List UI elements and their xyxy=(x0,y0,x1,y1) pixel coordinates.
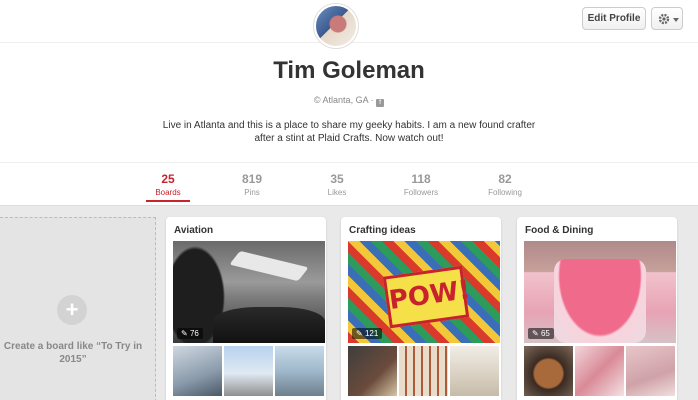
profile-name: Tim Goleman xyxy=(273,57,425,84)
profile-header: Edit Profile Tim Goleman © Atlanta, GA ·… xyxy=(0,0,698,205)
board-thumbnail[interactable] xyxy=(524,346,573,396)
stat-following[interactable]: 82 Following xyxy=(475,172,535,197)
board-card-aviation[interactable]: Aviation ✎ 76 xyxy=(166,217,326,400)
chevron-down-icon xyxy=(673,18,679,22)
board-thumbnail[interactable] xyxy=(399,346,448,396)
board-title: Aviation xyxy=(174,225,214,236)
tree-shape xyxy=(213,307,325,343)
pin-count-badge: ✎ 65 xyxy=(528,328,554,339)
board-card-crafting-ideas[interactable]: Crafting ideas POW! ✎ 121 xyxy=(341,217,501,400)
stat-likes[interactable]: 35 Likes xyxy=(307,172,367,197)
board-thumbnail[interactable] xyxy=(575,346,624,396)
board-cover-image[interactable]: ✎ 76 xyxy=(173,241,325,343)
gear-icon xyxy=(658,13,670,25)
pin-icon: ✎ xyxy=(181,329,188,338)
pow-art: POW! xyxy=(382,265,472,329)
board-title: Crafting ideas xyxy=(349,225,416,236)
board-thumbnail[interactable] xyxy=(275,346,324,396)
profile-location: © Atlanta, GA · f xyxy=(0,95,698,107)
profile-bio: Live in Atlanta and this is a place to s… xyxy=(162,120,536,144)
stat-label: Pins xyxy=(244,188,260,197)
settings-button[interactable] xyxy=(651,7,683,30)
create-board-card[interactable]: + Create a board like “To Try in 2015” xyxy=(0,217,156,400)
pin-icon: ✎ xyxy=(356,329,363,338)
stat-label: Following xyxy=(488,188,522,197)
stat-label: Followers xyxy=(403,188,439,197)
board-grid: + Create a board like “To Try in 2015” A… xyxy=(0,205,698,400)
board-title: Food & Dining xyxy=(525,225,594,236)
pin-count-badge: ✎ 121 xyxy=(352,328,383,339)
stat-count: 35 xyxy=(330,172,344,186)
stat-count: 25 xyxy=(161,172,175,186)
board-thumbnail[interactable] xyxy=(626,346,675,396)
cup-shape xyxy=(554,259,646,343)
create-board-text: Create a board like “To Try in 2015” xyxy=(3,341,143,365)
pin-count: 65 xyxy=(540,329,550,338)
location-text: Atlanta, GA xyxy=(322,95,369,105)
avatar[interactable] xyxy=(314,4,358,48)
facebook-icon[interactable]: f xyxy=(376,99,385,107)
stat-count: 82 xyxy=(498,172,512,186)
plus-icon: + xyxy=(57,295,87,325)
board-thumbnail[interactable] xyxy=(173,346,222,396)
board-cover-image[interactable]: POW! ✎ 121 xyxy=(348,241,500,343)
stat-followers[interactable]: 118 Followers xyxy=(391,172,451,197)
board-thumbnail[interactable] xyxy=(348,346,397,396)
globe-icon: © xyxy=(313,95,321,105)
pin-count: 121 xyxy=(364,329,379,338)
pin-icon: ✎ xyxy=(532,329,539,338)
stat-pins[interactable]: 819 Pins xyxy=(222,172,282,197)
board-card-food-dining[interactable]: Food & Dining ✎ 65 xyxy=(517,217,677,400)
stat-label: Boards xyxy=(155,188,181,197)
pin-count-badge: ✎ 76 xyxy=(177,328,203,339)
stat-count: 118 xyxy=(411,172,431,186)
divider xyxy=(0,162,698,163)
plane-shape xyxy=(229,250,309,282)
board-thumbnail[interactable] xyxy=(224,346,273,396)
stat-count: 819 xyxy=(241,172,263,186)
edit-profile-button[interactable]: Edit Profile xyxy=(582,7,646,30)
stat-label: Likes xyxy=(327,188,347,197)
stat-boards[interactable]: 25 Boards xyxy=(138,172,198,202)
board-thumbnail[interactable] xyxy=(450,346,499,396)
pin-count: 76 xyxy=(189,329,199,338)
board-cover-image[interactable]: ✎ 65 xyxy=(524,241,676,343)
